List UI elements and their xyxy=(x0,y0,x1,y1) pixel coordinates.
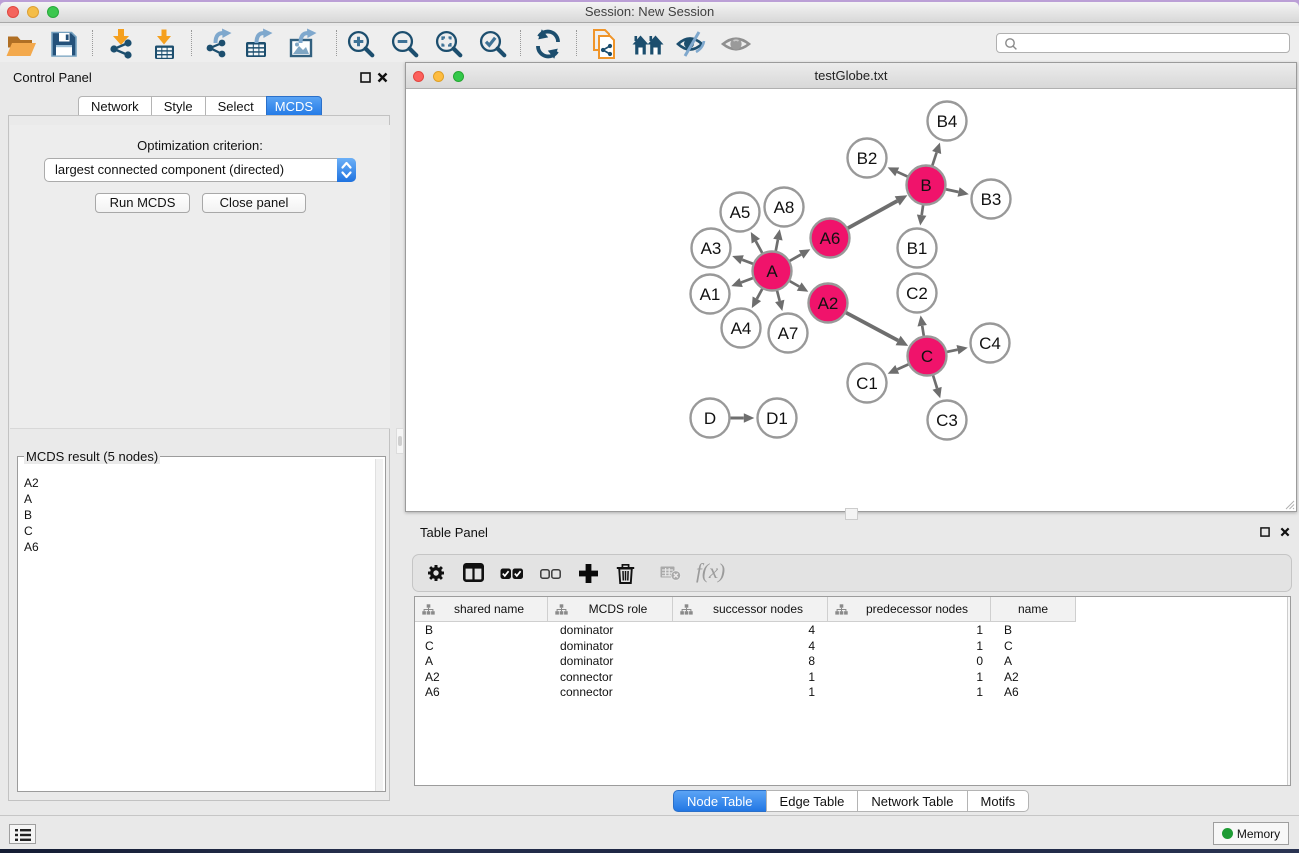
svg-text:B3: B3 xyxy=(981,190,1002,209)
svg-text:A6: A6 xyxy=(820,229,841,248)
svg-text:A: A xyxy=(766,262,778,281)
svg-text:B: B xyxy=(920,176,931,195)
svg-text:B1: B1 xyxy=(907,239,928,258)
svg-text:C2: C2 xyxy=(906,284,928,303)
svg-text:A1: A1 xyxy=(700,285,721,304)
svg-text:A3: A3 xyxy=(701,239,722,258)
svg-text:C: C xyxy=(921,347,933,366)
svg-text:A7: A7 xyxy=(778,324,799,343)
svg-text:D: D xyxy=(704,409,716,428)
svg-text:A4: A4 xyxy=(731,319,752,338)
svg-text:C3: C3 xyxy=(936,411,958,430)
svg-text:D1: D1 xyxy=(766,409,788,428)
svg-text:A2: A2 xyxy=(818,294,839,313)
svg-text:B4: B4 xyxy=(937,112,958,131)
svg-text:C1: C1 xyxy=(856,374,878,393)
svg-text:C4: C4 xyxy=(979,334,1001,353)
svg-text:A8: A8 xyxy=(774,198,795,217)
svg-text:A5: A5 xyxy=(730,203,751,222)
svg-text:B2: B2 xyxy=(857,149,878,168)
